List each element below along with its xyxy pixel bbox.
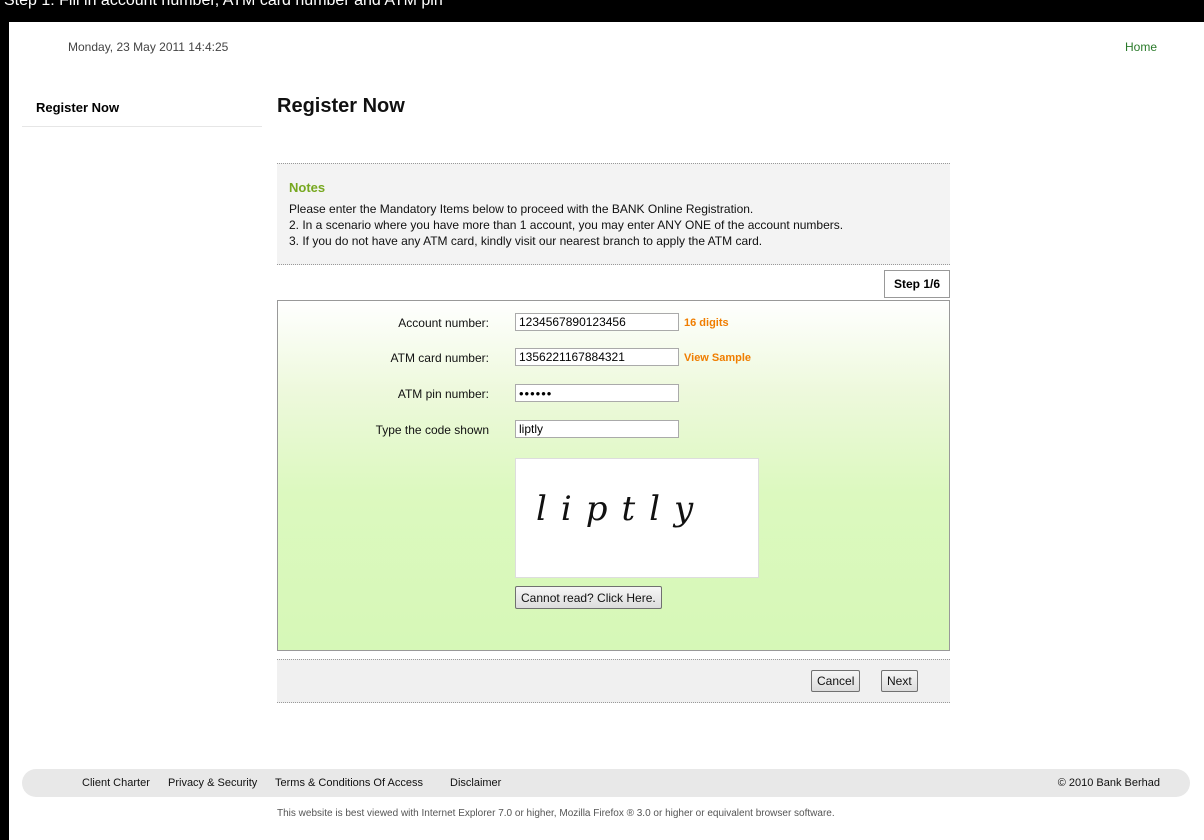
footer-link-privacy-security[interactable]: Privacy & Security (168, 777, 257, 789)
next-button[interactable]: Next (881, 670, 918, 692)
cancel-button[interactable]: Cancel (811, 670, 861, 692)
atm-pin-input[interactable] (515, 384, 679, 402)
account-number-label: Account number: (398, 316, 489, 330)
captcha-image: liptly (515, 458, 759, 578)
sidebar-item-label: Register Now (36, 100, 120, 115)
footer-link-client-charter[interactable]: Client Charter (82, 777, 150, 789)
cannot-read-button[interactable]: Cannot read? Click Here. (515, 586, 662, 609)
account-number-input[interactable] (515, 313, 679, 331)
notes-panel: Notes Please enter the Mandatory Items b… (277, 163, 950, 265)
window-frame-left (0, 20, 9, 840)
notes-line: 3. If you do not have any ATM card, kind… (289, 234, 763, 248)
window-frame-top (9, 20, 1204, 22)
notes-line: 2. In a scenario where you have more tha… (289, 218, 844, 232)
instruction-text: Step 1: Fill in account number, ATM card… (4, 0, 443, 9)
footer-bar: Client Charter Privacy & Security Terms … (22, 769, 1190, 797)
footer-link-terms[interactable]: Terms & Conditions Of Access (275, 777, 423, 789)
view-sample-link[interactable]: View Sample (684, 352, 751, 364)
captcha-code-label: Type the code shown (375, 423, 489, 437)
home-link[interactable]: Home (1125, 40, 1157, 54)
atm-card-number-label: ATM card number: (390, 351, 489, 365)
atm-card-number-input[interactable] (515, 348, 679, 366)
instruction-bar: Step 1: Fill in account number, ATM card… (0, 0, 1204, 20)
copyright-text: © 2010 Bank Berhad (1057, 777, 1160, 789)
page-title: Register Now (277, 95, 405, 117)
captcha-code-input[interactable] (515, 420, 679, 438)
captcha-text: liptly (536, 489, 708, 529)
footer-link-disclaimer[interactable]: Disclaimer (450, 777, 501, 789)
current-datetime: Monday, 23 May 2011 14:4:25 (68, 40, 229, 54)
step-indicator: Step 1/6 (884, 270, 950, 298)
registration-form: Account number: 16 digits ATM card numbe… (277, 300, 950, 651)
atm-pin-label: ATM pin number: (397, 387, 489, 401)
browser-compatibility-note: This website is best viewed with Interne… (277, 808, 835, 819)
notes-title: Notes (289, 180, 326, 195)
action-bar: Cancel Next (277, 659, 950, 703)
sidebar-item-register-now[interactable]: Register Now (22, 98, 262, 127)
notes-line: Please enter the Mandatory Items below t… (289, 202, 754, 216)
account-digits-hint: 16 digits (684, 317, 729, 329)
